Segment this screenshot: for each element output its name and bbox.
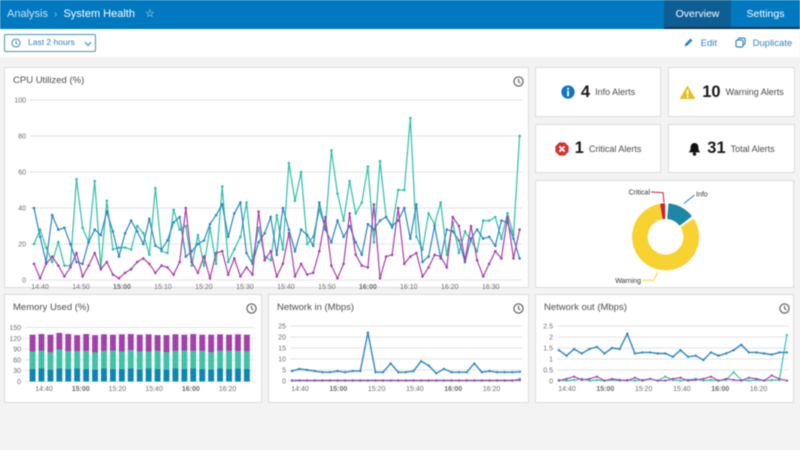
- svg-text:16:20: 16:20: [441, 284, 459, 289]
- svg-text:15:30: 15:30: [236, 284, 254, 289]
- svg-text:90: 90: [13, 347, 21, 354]
- svg-text:25: 25: [278, 324, 286, 331]
- svg-text:1.5: 1.5: [543, 346, 553, 353]
- svg-text:16:10: 16:10: [400, 284, 418, 289]
- svg-text:15: 15: [278, 346, 286, 353]
- svg-text:15:20: 15:20: [368, 386, 386, 393]
- svg-text:15:40: 15:40: [406, 386, 424, 393]
- svg-text:16:00: 16:00: [444, 386, 462, 393]
- svg-text:15:20: 15:20: [635, 386, 653, 393]
- svg-text:15:40: 15:40: [277, 284, 295, 289]
- svg-text:15:00: 15:00: [72, 386, 90, 393]
- svg-text:60: 60: [18, 170, 26, 177]
- svg-text:15:50: 15:50: [318, 284, 336, 289]
- svg-text:120: 120: [9, 336, 21, 343]
- svg-text:Critical: Critical: [629, 190, 651, 197]
- svg-text:1: 1: [549, 357, 553, 364]
- svg-text:20: 20: [278, 335, 286, 342]
- svg-text:30: 30: [13, 368, 21, 375]
- svg-text:16:20: 16:20: [483, 386, 501, 393]
- svg-text:16:30: 16:30: [482, 284, 500, 289]
- svg-text:16:00: 16:00: [359, 284, 377, 289]
- svg-text:16:00: 16:00: [711, 386, 729, 393]
- svg-text:15:40: 15:40: [673, 386, 691, 393]
- svg-text:16:20: 16:20: [750, 386, 768, 393]
- svg-text:15:40: 15:40: [145, 386, 163, 393]
- svg-text:15:20: 15:20: [109, 386, 127, 393]
- svg-text:10: 10: [278, 357, 286, 364]
- svg-text:14:40: 14:40: [558, 386, 576, 393]
- svg-text:15:00: 15:00: [329, 386, 347, 393]
- svg-text:Info: Info: [696, 192, 708, 199]
- svg-text:16:20: 16:20: [219, 386, 237, 393]
- svg-text:15:00: 15:00: [113, 284, 131, 289]
- svg-text:Warning: Warning: [615, 278, 641, 285]
- svg-text:5: 5: [282, 368, 286, 375]
- svg-text:14:40: 14:40: [291, 386, 309, 393]
- svg-text:2: 2: [549, 335, 553, 342]
- svg-text:150: 150: [9, 325, 21, 332]
- svg-text:0: 0: [17, 379, 21, 386]
- svg-text:100: 100: [14, 98, 26, 105]
- svg-text:14:40: 14:40: [35, 386, 53, 393]
- svg-text:20: 20: [18, 242, 26, 249]
- svg-text:0: 0: [549, 379, 553, 386]
- svg-text:60: 60: [13, 357, 21, 364]
- svg-text:15:20: 15:20: [195, 284, 213, 289]
- svg-text:14:40: 14:40: [31, 284, 49, 289]
- svg-text:14:50: 14:50: [72, 284, 90, 289]
- svg-text:15:10: 15:10: [154, 284, 172, 289]
- svg-text:80: 80: [18, 134, 26, 141]
- svg-text:16:00: 16:00: [182, 386, 200, 393]
- svg-text:15:00: 15:00: [596, 386, 614, 393]
- svg-text:2.5: 2.5: [543, 324, 553, 331]
- svg-text:0: 0: [282, 379, 286, 386]
- svg-text:0.5: 0.5: [543, 368, 553, 375]
- svg-text:0: 0: [22, 278, 26, 285]
- svg-text:40: 40: [18, 206, 26, 213]
